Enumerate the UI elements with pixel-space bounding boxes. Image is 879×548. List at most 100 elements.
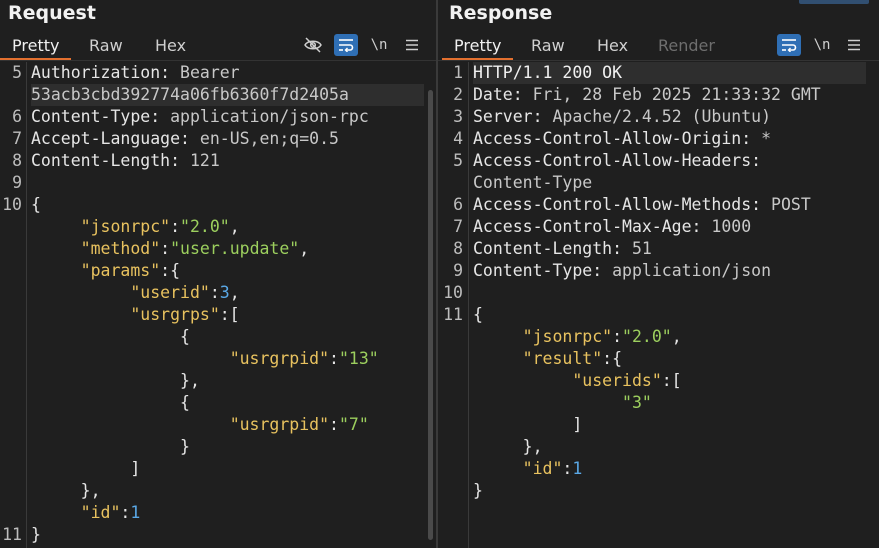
code-line: 10 {: [0, 194, 436, 216]
token: ,: [229, 283, 240, 302]
word-wrap-icon[interactable]: [777, 34, 801, 56]
response-tab-pretty[interactable]: Pretty: [442, 32, 514, 60]
newline-toggle[interactable]: \n: [367, 34, 391, 56]
line-content: {: [31, 326, 190, 348]
request-title: Request: [8, 2, 96, 24]
code-line: "usrgrpid":"13": [0, 348, 436, 370]
line-content: "id":1: [473, 458, 583, 480]
line-number: 6: [453, 195, 463, 214]
token: "2.0": [180, 217, 230, 236]
token: :: [160, 239, 171, 258]
line-content: {: [473, 304, 483, 326]
token: }: [473, 481, 483, 500]
request-tab-pretty[interactable]: Pretty: [0, 32, 72, 60]
code-line: "id":1: [0, 502, 436, 524]
code-line: 4 Access-Control-Allow-Origin: *: [438, 128, 879, 150]
menu-icon[interactable]: [842, 34, 866, 56]
token: Access-Control-Max-Age: [473, 217, 692, 236]
token: Content-Length: [473, 239, 613, 258]
token: "usrgrps": [130, 305, 220, 324]
token: ]: [473, 415, 583, 434]
token: Fri, 28 Feb 2025 21:33:32 GMT: [532, 85, 821, 104]
code-line: 53acb3cbd392774a06fb6360f7d2405a: [0, 84, 436, 106]
token: 3: [219, 283, 230, 302]
token: Content-Length: [31, 151, 171, 170]
code-line: 2 Date: Fri, 28 Feb 2025 21:33:32 GMT: [438, 84, 879, 106]
menu-icon[interactable]: [400, 34, 424, 56]
token: :: [329, 349, 339, 368]
token: "userid": [130, 283, 210, 302]
token: Bearer: [180, 63, 240, 82]
line-content: Content-Length: 121: [31, 150, 220, 172]
line-content: "jsonrpc":"2.0",: [31, 216, 240, 238]
line-content: "usrgrpid":"7": [31, 414, 369, 436]
code-line: },: [0, 480, 436, 502]
line-number: 8: [12, 151, 22, 170]
request-tab-raw[interactable]: Raw: [77, 32, 135, 60]
token: 53acb3cbd392774a06fb6360f7d2405a: [31, 85, 349, 104]
token: Access-Control-Allow-Methods: [473, 195, 752, 214]
token: "3": [622, 393, 652, 412]
response-tab-raw[interactable]: Raw: [519, 32, 577, 60]
token: "13": [338, 349, 379, 368]
response-tab-render[interactable]: Render: [646, 32, 727, 60]
token: *: [761, 129, 772, 148]
hide-eye-icon[interactable]: [301, 34, 325, 56]
line-content: Date: Fri, 28 Feb 2025 21:33:32 GMT: [473, 84, 821, 106]
line-number: 8: [453, 239, 463, 258]
token: :: [150, 107, 171, 126]
token: {: [473, 305, 483, 324]
token: :: [512, 85, 533, 104]
token: Content-Type: [31, 107, 151, 126]
word-wrap-icon[interactable]: [334, 34, 358, 56]
code-line: "params":{: [0, 260, 436, 282]
token: :[: [661, 371, 682, 390]
token: {: [31, 195, 41, 214]
line-content: },: [31, 370, 200, 392]
token: "id": [522, 459, 563, 478]
token: "userids": [572, 371, 662, 390]
token: :: [691, 217, 712, 236]
line-content: {: [31, 392, 190, 414]
token: "user.update": [170, 239, 300, 258]
line-content: Content-Type: application/json: [473, 260, 771, 282]
code-line: 6 Content-Type: application/json-rpc: [0, 106, 436, 128]
code-line: "jsonrpc":"2.0",: [438, 326, 879, 348]
response-tab-hex[interactable]: Hex: [585, 32, 640, 60]
line-content: "id":1: [31, 502, 141, 524]
token: :: [120, 503, 131, 522]
line-content: "usrgrpid":"13": [31, 348, 379, 370]
code-line: "userids":[: [438, 370, 879, 392]
token: :: [209, 283, 220, 302]
token: "jsonrpc": [522, 327, 613, 346]
line-number: 6: [12, 107, 22, 126]
token: {: [31, 393, 190, 412]
code-line: 11}: [0, 524, 436, 546]
code-line: "id":1: [438, 458, 879, 480]
token: :: [170, 151, 190, 170]
response-editor[interactable]: 1 HTTP/1.1 200 OK 2 Date: Fri, 28 Feb 2025 …: [438, 62, 879, 548]
token: "jsonrpc": [80, 217, 171, 236]
line-content: }: [473, 480, 483, 502]
request-editor[interactable]: 5 Authorization: Bearer 53acb3cbd392774a06…: [0, 62, 436, 548]
token: "2.0": [622, 327, 672, 346]
line-content: HTTP/1.1 200 OK: [473, 62, 622, 84]
line-content: Server: Apache/2.4.52 (Ubuntu): [473, 106, 771, 128]
request-tab-hex[interactable]: Hex: [143, 32, 198, 60]
token: :: [562, 459, 573, 478]
code-line: "jsonrpc":"2.0",: [0, 216, 436, 238]
line-content: ]: [31, 458, 140, 480]
newline-toggle[interactable]: \n: [810, 34, 834, 56]
token: :[: [219, 305, 240, 324]
code-line: 6 Access-Control-Allow-Methods: POST: [438, 194, 879, 216]
token: },: [31, 481, 101, 500]
line-number: 11: [443, 305, 463, 324]
code-line: 11 {: [438, 304, 879, 326]
request-scrollbar[interactable]: [428, 90, 433, 540]
